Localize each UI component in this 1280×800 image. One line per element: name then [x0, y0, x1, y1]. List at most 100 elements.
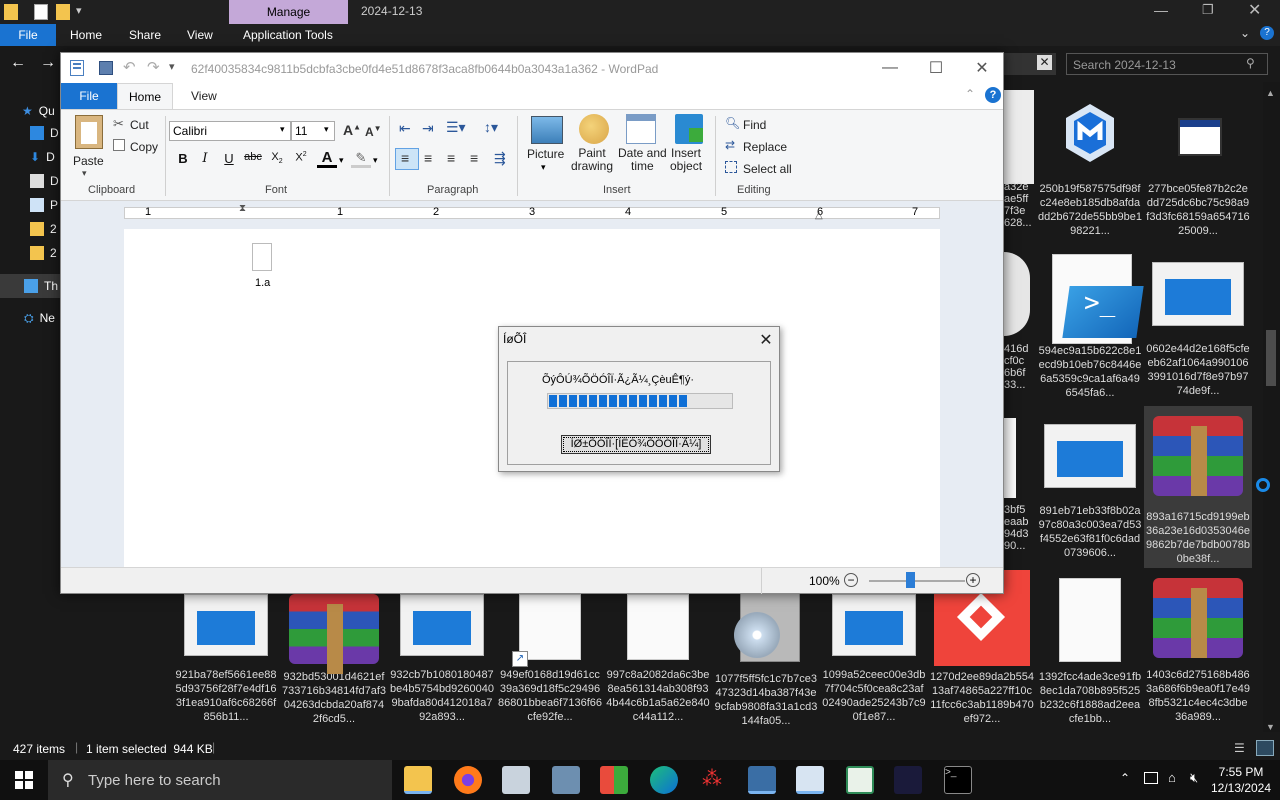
new-folder-icon[interactable]: [56, 4, 70, 20]
dialog-action-button[interactable]: ÍØ±ÕÓÎÏ·[ÍËÓ¾ÕÖÓÎÏ·Ã¼]: [561, 435, 711, 454]
file-item[interactable]: 891eb71eb33f8b02a97c80a3c003ea7d53f4552e…: [1036, 410, 1144, 570]
paragraph-settings-icon[interactable]: ⇶: [494, 150, 506, 167]
wordpad-help-icon[interactable]: ?: [985, 87, 1001, 103]
font-family-select[interactable]: Calibri: [169, 121, 291, 141]
justify-icon[interactable]: ≡: [470, 150, 478, 166]
clear-address-icon[interactable]: ✕: [1037, 55, 1052, 70]
paint-drawing-button[interactable]: Paint drawing: [571, 147, 613, 173]
picture-button[interactable]: Picture: [527, 147, 564, 161]
chevron-down-icon[interactable]: ▾: [541, 162, 546, 173]
copy-button[interactable]: Copy: [130, 140, 158, 154]
app-taskbar-icon[interactable]: [552, 766, 580, 794]
large-icons-view-icon[interactable]: [1256, 740, 1274, 756]
file-item[interactable]: ↗ 949ef0168d19d61cc39a369d18f5c294968680…: [496, 588, 604, 748]
line-spacing-icon[interactable]: ↕▾: [484, 119, 498, 136]
wordpad-minimize-icon[interactable]: —: [867, 53, 913, 83]
forward-arrow-icon[interactable]: →: [40, 54, 56, 72]
scroll-up-icon[interactable]: ▲: [1266, 88, 1275, 98]
explorer-tab-share[interactable]: Share: [129, 28, 161, 42]
chevron-down-icon[interactable]: ▾: [324, 124, 329, 135]
file-item[interactable]: 277bce05fe87b2c2edd725dc6bc75c98a9f3d3fc…: [1144, 84, 1252, 244]
file-item[interactable]: 932bd53001d4621ef733716b34814fd7af304263…: [280, 588, 388, 748]
subscript-button[interactable]: X2: [267, 151, 287, 165]
bold-button[interactable]: B: [173, 151, 193, 166]
decrease-indent-icon[interactable]: ⇤: [399, 120, 411, 137]
insert-object-button[interactable]: Insert object: [670, 147, 702, 173]
zoom-slider-thumb[interactable]: [906, 572, 915, 588]
firefox-taskbar-icon[interactable]: [454, 766, 482, 794]
zoom-in-icon[interactable]: +: [966, 573, 980, 587]
right-indent-marker-icon[interactable]: △: [815, 210, 823, 221]
grow-font-icon[interactable]: A▲: [343, 122, 361, 138]
volume-muted-icon[interactable]: 🔇︎: [1190, 770, 1198, 786]
file-item[interactable]: 921ba78ef5661ee885d93756f28f7e4df163f1ea…: [172, 588, 280, 748]
paste-icon[interactable]: [75, 115, 103, 149]
file-item-selected[interactable]: 893a16715cd9199eb36a23e16d0353046e9862b7…: [1144, 406, 1252, 568]
picture-icon[interactable]: [531, 116, 563, 144]
file-thumbnail-partial[interactable]: [1004, 90, 1034, 184]
superscript-button[interactable]: X2: [291, 151, 311, 164]
shrink-font-icon[interactable]: A▼: [365, 124, 382, 139]
zoom-slider[interactable]: [869, 580, 965, 582]
nav-item-network[interactable]: ⛭ Ne: [24, 307, 64, 329]
file-item[interactable]: >_ 594ec9a15b622c8e1ecd9b10eb76c8446e6a5…: [1036, 246, 1144, 406]
app-taskbar-icon[interactable]: [846, 766, 874, 794]
explorer-search-input[interactable]: Search 2024-12-13: [1066, 53, 1268, 75]
file-item[interactable]: 932cb7b1080180487be4b5754bd92600409bafda…: [388, 588, 496, 748]
embedded-file-icon[interactable]: [252, 243, 272, 271]
undo-icon[interactable]: ↶: [123, 58, 136, 76]
wordpad-taskbar-icon[interactable]: [796, 766, 824, 794]
wordpad-tab-file[interactable]: File: [61, 83, 117, 109]
highlight-color-button[interactable]: ✎: [351, 151, 371, 168]
app-taskbar-icon[interactable]: [894, 766, 922, 794]
manage-tab[interactable]: Manage: [229, 0, 348, 24]
wordpad-tab-home[interactable]: Home: [117, 83, 173, 110]
app-taskbar-icon[interactable]: [600, 766, 628, 794]
date-time-button[interactable]: Date and time: [618, 147, 667, 173]
paste-dropdown-icon[interactable]: ▾: [82, 168, 87, 179]
align-right-icon[interactable]: ≡: [447, 150, 455, 166]
explorer-tab-application-tools[interactable]: Application Tools: [243, 28, 333, 42]
explorer-restore-icon[interactable]: ❐: [1202, 2, 1214, 18]
bullet-list-icon[interactable]: ☰▾: [446, 119, 466, 136]
show-hidden-icons-icon[interactable]: ⌃: [1120, 771, 1130, 785]
app-taskbar-icon[interactable]: ⁂: [698, 766, 726, 794]
replace-button[interactable]: Replace: [743, 140, 787, 154]
keyboard-icon[interactable]: [1144, 772, 1158, 784]
app-taskbar-icon[interactable]: [502, 766, 530, 794]
redo-icon[interactable]: ↷: [147, 58, 160, 76]
taskbar-clock[interactable]: 7:55 PM 12/13/2024: [1206, 764, 1276, 796]
file-item[interactable]: 997c8a2082da6c3be8ea561314ab308f934b44c6…: [604, 588, 712, 748]
file-item[interactable]: 1077f5ff5fc1c7b7ce347323d14ba387f43e9cfa…: [712, 588, 820, 748]
file-item[interactable]: 1270d2ee89da2b55413af74865a227ff10c11fcc…: [928, 570, 1036, 730]
file-item[interactable]: 1099a52ceec00e3db7f704c5f0cea8c23af02490…: [820, 588, 928, 748]
edge-taskbar-icon[interactable]: [650, 766, 678, 794]
chevron-down-icon[interactable]: ▾: [373, 155, 378, 166]
taskbar-search-input[interactable]: Type here to search: [48, 760, 392, 800]
zoom-out-icon[interactable]: −: [844, 573, 858, 587]
underline-button[interactable]: U: [219, 151, 239, 166]
nav-item-this-pc[interactable]: Th: [24, 275, 64, 297]
scroll-down-icon[interactable]: ▼: [1266, 722, 1275, 732]
chevron-down-icon[interactable]: ▾: [339, 155, 344, 166]
text-color-button[interactable]: A: [317, 150, 337, 168]
wordpad-maximize-icon[interactable]: ☐: [913, 53, 959, 83]
explorer-tab-view[interactable]: View: [187, 28, 213, 42]
ribbon-expand-icon[interactable]: ⌄: [1240, 26, 1250, 40]
collapse-ribbon-icon[interactable]: ⌃: [965, 87, 975, 101]
start-button[interactable]: [0, 760, 48, 800]
details-view-icon[interactable]: ☰: [1234, 741, 1245, 755]
italic-button[interactable]: I: [195, 151, 215, 166]
file-thumbnail-partial[interactable]: [1004, 418, 1016, 498]
select-all-button[interactable]: Select all: [743, 162, 792, 176]
disc-icon-partial[interactable]: [1004, 252, 1030, 336]
properties-icon[interactable]: [34, 4, 48, 20]
chevron-down-icon[interactable]: ▾: [280, 124, 285, 135]
app-taskbar-icon[interactable]: [748, 766, 776, 794]
wordpad-tab-view[interactable]: View: [191, 89, 217, 103]
paste-button[interactable]: Paste: [73, 154, 104, 168]
file-item[interactable]: 1392fcc4ade3ce91fb8ec1da708b895f525b232c…: [1036, 570, 1144, 730]
wordpad-app-icon[interactable]: [70, 60, 84, 76]
wordpad-close-icon[interactable]: ✕: [959, 53, 1005, 83]
increase-indent-icon[interactable]: ⇥: [422, 120, 434, 137]
